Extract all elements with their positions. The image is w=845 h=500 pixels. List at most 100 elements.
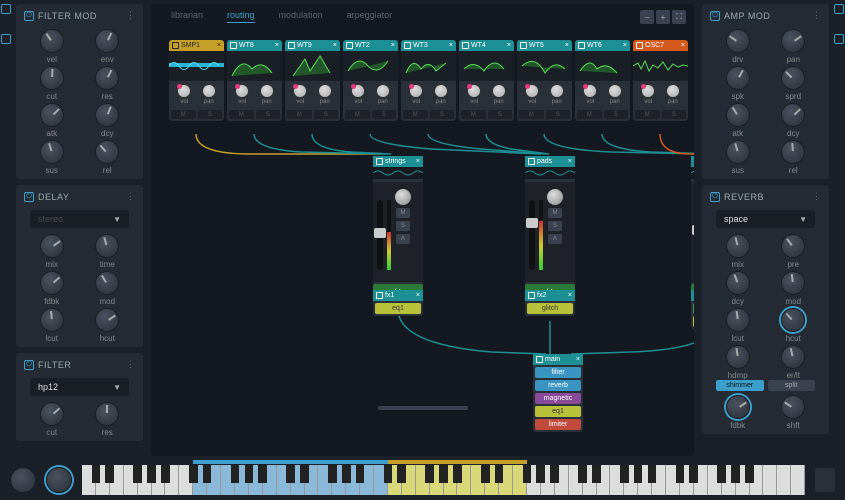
osc-pan-knob[interactable]	[376, 84, 390, 98]
osc-power[interactable]	[462, 42, 469, 49]
piano-keyboard[interactable]	[82, 465, 805, 495]
main-slot-magnetic[interactable]: magnetic	[535, 393, 581, 404]
osc-vol-knob[interactable]	[583, 84, 597, 98]
mixer-pan-knob[interactable]	[395, 189, 411, 205]
piano-black-key[interactable]	[342, 465, 351, 483]
module-menu[interactable]: ⋮	[812, 191, 821, 202]
canvas-tool-1[interactable]: +	[656, 10, 670, 24]
mixer-aux[interactable]: A	[548, 234, 562, 244]
osc-close[interactable]: ×	[391, 42, 395, 49]
sprd-knob[interactable]	[781, 66, 805, 90]
osc-mute[interactable]: M	[635, 110, 660, 119]
pan-knob[interactable]	[781, 29, 805, 53]
piano-black-key[interactable]	[536, 465, 545, 483]
hcut-knob[interactable]	[781, 308, 805, 332]
module-menu[interactable]: ⋮	[126, 10, 135, 21]
mod-knob[interactable]	[95, 271, 119, 295]
osc-power[interactable]	[636, 42, 643, 49]
osc-pan-knob[interactable]	[492, 84, 506, 98]
power-toggle[interactable]: ⏻	[24, 192, 34, 202]
piano-black-key[interactable]	[620, 465, 629, 483]
hdmp-knob[interactable]	[726, 345, 750, 369]
cut-knob[interactable]	[40, 402, 64, 426]
piano-black-key[interactable]	[161, 465, 170, 483]
shft-knob[interactable]	[781, 395, 805, 419]
osc-solo[interactable]: S	[488, 110, 513, 119]
osc-close[interactable]: ×	[275, 42, 279, 49]
atk-knob[interactable]	[40, 103, 64, 127]
fx-slot-delay[interactable]: delay	[693, 303, 694, 314]
piano-black-key[interactable]	[481, 465, 490, 483]
piano-black-key[interactable]	[495, 465, 504, 483]
osc-power[interactable]	[288, 42, 295, 49]
osc-close[interactable]: ×	[333, 42, 337, 49]
main-power[interactable]	[536, 356, 543, 363]
rel-knob[interactable]	[95, 140, 119, 164]
osc-waveform[interactable]	[343, 51, 398, 81]
tab-routing[interactable]: routing	[227, 8, 255, 23]
zone-1-bar[interactable]	[193, 460, 387, 464]
piano-black-key[interactable]	[258, 465, 267, 483]
tab-modulation[interactable]: modulation	[279, 8, 323, 23]
piano-black-key[interactable]	[648, 465, 657, 483]
osc-vol-knob[interactable]	[177, 84, 191, 98]
env-knob[interactable]	[95, 29, 119, 53]
mixer-power[interactable]	[376, 158, 383, 165]
fx-close[interactable]: ×	[416, 292, 420, 299]
mixer-solo[interactable]: S	[396, 221, 410, 231]
osc-mute[interactable]: M	[345, 110, 370, 119]
main-close[interactable]: ×	[576, 356, 580, 363]
mixer-aux[interactable]: A	[396, 234, 410, 244]
piano-black-key[interactable]	[592, 465, 601, 483]
osc-solo[interactable]: S	[430, 110, 455, 119]
piano-black-key[interactable]	[286, 465, 295, 483]
piano-black-key[interactable]	[328, 465, 337, 483]
osc-waveform[interactable]	[227, 51, 282, 81]
osc-pan-knob[interactable]	[318, 84, 332, 98]
osc-power[interactable]	[404, 42, 411, 49]
osc-power[interactable]	[520, 42, 527, 49]
mixer-mute[interactable]: M	[396, 208, 410, 218]
module-menu[interactable]: ⋮	[126, 359, 135, 370]
mixer-solo[interactable]: S	[548, 221, 562, 231]
hcut-knob[interactable]	[95, 308, 119, 332]
lcut-knob[interactable]	[726, 308, 750, 332]
mix-knob[interactable]	[40, 234, 64, 258]
osc-vol-knob[interactable]	[293, 84, 307, 98]
osc-solo[interactable]: S	[662, 110, 687, 119]
sus-knob[interactable]	[726, 140, 750, 164]
fdbk-knob[interactable]	[40, 271, 64, 295]
piano-key[interactable]	[777, 465, 791, 495]
osc-waveform[interactable]	[575, 51, 630, 81]
piano-key[interactable]	[763, 465, 777, 495]
spk-knob[interactable]	[726, 66, 750, 90]
piano-black-key[interactable]	[676, 465, 685, 483]
piano-black-key[interactable]	[731, 465, 740, 483]
osc-close[interactable]: ×	[681, 42, 685, 49]
osc-waveform[interactable]	[633, 51, 688, 81]
power-toggle[interactable]: ⏻	[710, 11, 720, 21]
mod-knob[interactable]	[781, 271, 805, 295]
mix-knob[interactable]	[726, 234, 750, 258]
osc-vol-knob[interactable]	[467, 84, 481, 98]
power-toggle[interactable]: ⏻	[24, 360, 34, 370]
power-toggle[interactable]: ⏻	[710, 192, 720, 202]
osc-solo[interactable]: S	[604, 110, 629, 119]
osc-vol-knob[interactable]	[351, 84, 365, 98]
piano-black-key[interactable]	[189, 465, 198, 483]
mixer-mute[interactable]: M	[548, 208, 562, 218]
fx-power[interactable]	[376, 292, 383, 299]
osc-pan-knob[interactable]	[608, 84, 622, 98]
filter-preset-dropdown[interactable]: hp12▼	[30, 378, 129, 396]
mixer-fader[interactable]	[529, 200, 535, 270]
mixer-fader[interactable]	[377, 200, 383, 270]
osc-solo[interactable]: S	[314, 110, 339, 119]
osc-mute[interactable]: M	[461, 110, 486, 119]
delay-preset-dropdown[interactable]: stereo▼	[30, 210, 129, 228]
osc-waveform[interactable]	[285, 51, 340, 81]
res-knob[interactable]	[95, 402, 119, 426]
time-knob[interactable]	[95, 234, 119, 258]
reverb-preset-dropdown[interactable]: space▼	[716, 210, 815, 228]
main-slot-reverb[interactable]: reverb	[535, 380, 581, 391]
piano-black-key[interactable]	[300, 465, 309, 483]
